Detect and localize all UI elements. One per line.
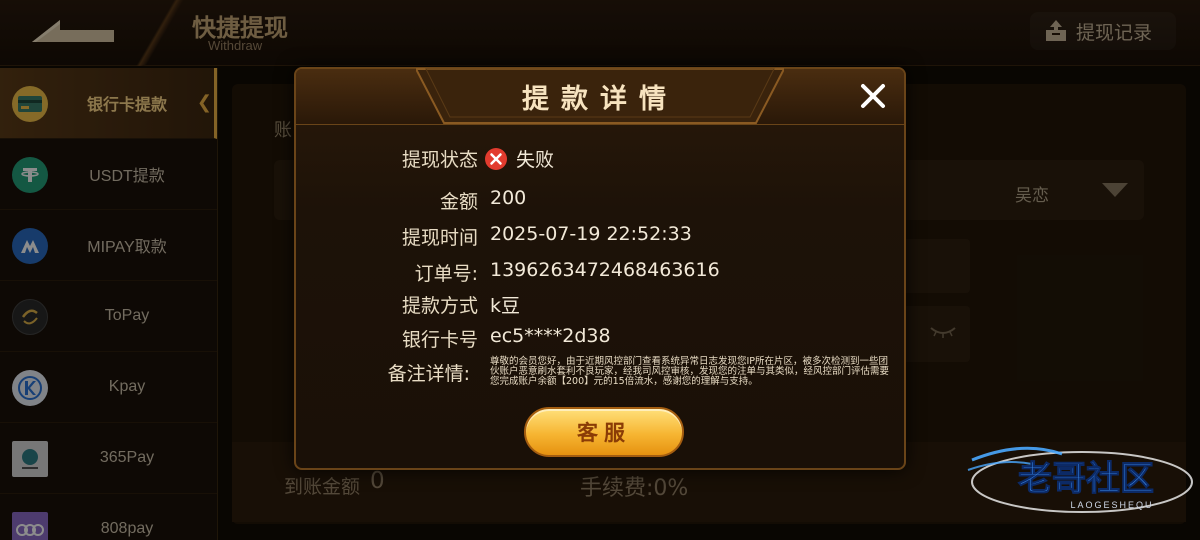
method-value: k豆	[490, 295, 521, 317]
status-label: 提现状态	[401, 149, 478, 171]
laoge-community-watermark-logo: 老哥社区 LAOGESHEQU	[967, 446, 1193, 513]
status-value: 失败	[516, 149, 555, 171]
status-row: 提现状态 失败	[296, 145, 904, 175]
card-row: 银行卡号 ec5****2d38	[296, 325, 904, 355]
time-value: 2025-07-19 22:52:33	[490, 223, 692, 245]
amount-label: 金额	[439, 191, 478, 213]
status-value-wrap: 失败	[484, 145, 554, 172]
order-label: 订单号:	[414, 263, 478, 285]
modal-title: 提款详情	[522, 84, 678, 115]
time-row: 提现时间 2025-07-19 22:52:33	[296, 223, 904, 253]
fail-icon	[485, 148, 507, 170]
amount-value: 200	[490, 187, 527, 209]
remark-label: 备注详情:	[387, 363, 470, 385]
order-row: 订单号: 1396263472468463616	[296, 259, 904, 289]
close-icon[interactable]	[856, 79, 890, 113]
customer-service-button[interactable]: 客服	[524, 407, 684, 457]
order-value: 1396263472468463616	[490, 259, 720, 281]
method-label: 提款方式	[401, 295, 478, 317]
card-value: ec5****2d38	[490, 325, 611, 347]
svg-text:LAOGESHEQU: LAOGESHEQU	[1070, 500, 1153, 510]
svg-text:老哥社区: 老哥社区	[1018, 459, 1154, 499]
time-label: 提现时间	[401, 227, 478, 249]
withdraw-detail-modal: 提款详情 提现状态 失败 金额 200 提现时间 2025-07-19 22:5…	[294, 67, 906, 470]
amount-row: 金额 200	[296, 187, 904, 217]
card-label: 银行卡号	[401, 329, 478, 351]
remark-text: 尊敬的会员您好，由于近期风控部门查看系统异常日志发现您IP所在片区，被多次检测到…	[490, 356, 890, 387]
method-row: 提款方式 k豆	[296, 291, 904, 321]
